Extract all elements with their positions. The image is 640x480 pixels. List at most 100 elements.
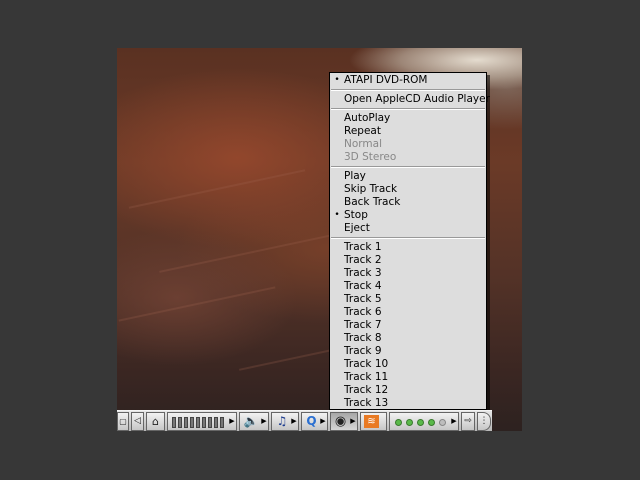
menu-item-track[interactable]: Track 9 [330,345,486,358]
menu-item-track[interactable]: Track 11 [330,371,486,384]
speaker-icon: 🔈 [243,414,259,428]
strip-collapse-box[interactable]: ▢ [117,412,129,431]
menu-item-label: 3D Stereo [344,151,397,163]
menu-item-label: Track 13 [344,397,389,409]
menu-separator [331,166,485,168]
menu-item-label: Track 8 [344,332,382,344]
menu-item-stop[interactable]: • Stop [330,209,486,222]
meter-segment [202,417,206,428]
menu-item-3d-stereo: 3D Stereo [330,151,486,164]
strip-sound-volume[interactable]: 🔈 ▶ [239,412,269,431]
menu-item-label: Track 1 [344,241,382,253]
strip-tab[interactable]: ⋮ [477,412,491,431]
menu-item-drive[interactable]: • ATAPI DVD-ROM [330,74,486,87]
meter-segment [184,417,188,428]
menu-item-track[interactable]: Track 10 [330,358,486,371]
led-on-icon [417,419,424,426]
menu-item-track[interactable]: Track 2 [330,254,486,267]
menu-separator [331,237,485,239]
menu-item-label: Track 12 [344,384,389,396]
menu-item-track[interactable]: Track 4 [330,280,486,293]
strip-music-cd[interactable]: ♫ ▶ [271,412,299,431]
menu-item-track[interactable]: Track 7 [330,319,486,332]
menu-item-label: Track 5 [344,293,382,305]
strip-monitor-meter[interactable]: ▶ [167,412,237,431]
menu-item-track[interactable]: Track 1 [330,241,486,254]
sharing-icon: ⌂ [152,415,159,428]
control-strip: ▢ ◁ ⌂ ▶ 🔈 ▶ ♫ ▶ Q ▶ ◉ ▶ ≋ ▶ ⇨ ⋮ [117,410,492,431]
strip-level-indicator[interactable]: ▶ [389,412,459,431]
menu-item-label: Open AppleCD Audio Player [344,93,490,105]
menu-item-label: Track 2 [344,254,382,266]
meter-segment [208,417,212,428]
meter-segment [214,417,218,428]
menu-item-label: Track 6 [344,306,382,318]
menu-item-label: Repeat [344,125,381,137]
menu-item-track[interactable]: Track 12 [330,384,486,397]
strip-cd-control[interactable]: ◉ ▶ [330,412,358,431]
menu-item-skip-track[interactable]: Skip Track [330,183,486,196]
quicktime-icon: Q [306,414,317,428]
menu-item-back-track[interactable]: Back Track [330,196,486,209]
triangle-right-icon: ▶ [229,417,235,425]
strip-rss[interactable]: ≋ [360,412,387,431]
menu-item-track[interactable]: Track 6 [330,306,486,319]
menu-item-label: AutoPlay [344,112,391,124]
menu-item-track[interactable]: Track 3 [330,267,486,280]
meter-segment [172,417,176,428]
led-off-icon [439,419,446,426]
triangle-right-icon: ▶ [350,417,356,425]
menu-item-label: Skip Track [344,183,398,195]
triangle-right-icon: ▶ [320,417,326,425]
cd-strip-popup-menu: • ATAPI DVD-ROM Open AppleCD Audio Playe… [329,72,490,410]
strip-file-sharing[interactable]: ⌂ [146,412,165,431]
menu-item-label: Normal [344,138,382,150]
menu-item-label: Back Track [344,196,401,208]
rss-icon: ≋ [364,415,379,428]
rock-texture [128,169,306,209]
meter-segment [220,417,224,428]
menu-separator [331,89,485,91]
menu-item-play[interactable]: Play [330,170,486,183]
strip-quicktime[interactable]: Q ▶ [301,412,328,431]
triangle-right-icon: ▶ [261,417,267,425]
meter-segment [178,417,182,428]
menu-item-open-player[interactable]: Open AppleCD Audio Player [330,93,490,106]
menu-item-eject[interactable]: Eject [330,222,486,235]
square-icon: ▢ [119,417,127,426]
led-on-icon [395,419,402,426]
menu-item-label: ATAPI DVD-ROM [344,74,428,86]
cd-disc-icon: ◉ [334,414,347,429]
meter-segment [190,417,194,428]
triangle-right-icon: ▶ [451,417,457,425]
menu-item-track[interactable]: Track 8 [330,332,486,345]
menu-item-label: Track 4 [344,280,382,292]
menu-item-label: Track 11 [344,371,389,383]
meter-segment [196,417,200,428]
menu-item-label: Eject [344,222,370,234]
menu-separator [331,108,485,110]
checkmark-bullet-icon: • [334,75,340,85]
menu-item-repeat[interactable]: Repeat [330,125,486,138]
strip-scroll-left[interactable]: ◁ [131,412,144,431]
arrow-right-icon: ⇨ [464,416,472,426]
menu-item-label: Play [344,170,366,182]
menu-item-normal: Normal [330,138,486,151]
checkmark-bullet-icon: • [334,210,340,220]
led-on-icon [428,419,435,426]
menu-item-track[interactable]: Track 5 [330,293,486,306]
led-on-icon [406,419,413,426]
menu-item-label: Track 10 [344,358,389,370]
strip-scroll-right[interactable]: ⇨ [461,412,475,431]
menu-item-track[interactable]: Track 13 [330,397,486,410]
menu-item-autoplay[interactable]: AutoPlay [330,112,486,125]
triangle-right-icon: ▶ [291,417,297,425]
diamond-left-icon: ◁ [134,416,141,426]
menu-item-label: Track 7 [344,319,382,331]
menu-item-label: Track 3 [344,267,382,279]
menu-item-label: Track 9 [344,345,382,357]
menu-item-label: Stop [344,209,368,221]
tab-icon: ⋮ [479,416,489,426]
music-note-icon: ♫ [276,414,288,428]
rock-texture [118,286,276,322]
